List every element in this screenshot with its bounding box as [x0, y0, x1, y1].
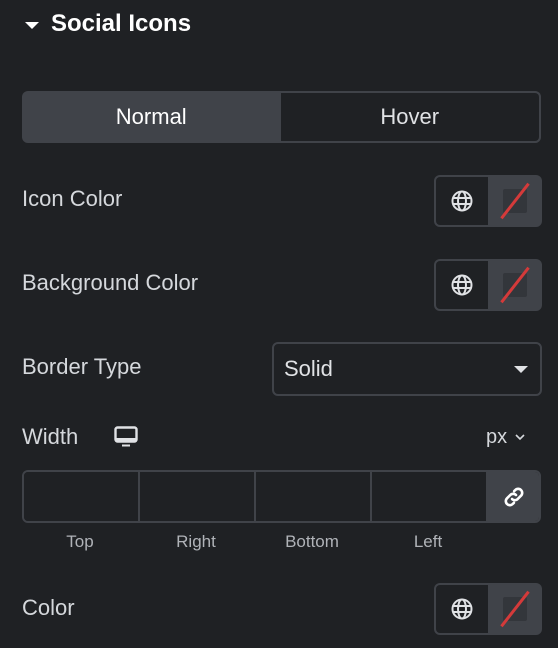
border-width-inputs	[22, 470, 541, 523]
border-type-select[interactable]: Solid	[272, 342, 542, 396]
left-label: Left	[413, 532, 443, 551]
section-title: Social Icons	[51, 10, 192, 37]
unit-value: px	[486, 426, 508, 448]
background-color-control	[434, 259, 542, 311]
globe-icon	[451, 190, 473, 212]
width-top-input[interactable]	[24, 472, 140, 521]
border-width-labels: Top Right Bottom Left	[22, 532, 486, 552]
icon-color-label: Icon Color	[22, 186, 123, 211]
border-type-value: Solid	[284, 356, 333, 381]
desktop-monitor-icon	[114, 426, 138, 447]
background-color-swatch[interactable]	[488, 259, 542, 311]
right-label: Right	[176, 532, 216, 551]
link-icon	[504, 487, 523, 506]
border-color-global-button[interactable]	[436, 585, 488, 633]
border-color-control	[434, 583, 542, 635]
width-bottom-input[interactable]	[256, 472, 372, 521]
globe-icon	[451, 274, 473, 296]
width-right-input[interactable]	[140, 472, 256, 521]
width-label: Width	[22, 424, 79, 449]
border-color-swatch[interactable]	[488, 583, 542, 635]
icon-color-control	[434, 175, 542, 227]
background-color-label: Background Color	[22, 270, 199, 295]
tab-normal[interactable]: Normal	[22, 91, 281, 143]
caret-down-icon	[25, 21, 39, 29]
chevron-down-icon	[515, 434, 525, 441]
state-tabs: Normal Hover	[22, 91, 541, 143]
icon-color-global-button[interactable]	[436, 177, 488, 225]
link-values-button[interactable]	[488, 472, 539, 521]
border-type-label: Border Type	[22, 354, 142, 379]
tab-hover[interactable]: Hover	[280, 91, 541, 143]
unit-select[interactable]: px	[486, 426, 525, 449]
caret-down-icon	[514, 365, 528, 373]
top-label: Top	[66, 532, 94, 551]
icon-color-swatch[interactable]	[488, 175, 542, 227]
border-color-label: Color	[22, 595, 75, 620]
responsive-device-button[interactable]	[114, 426, 138, 453]
section-header-social-icons[interactable]: Social Icons	[22, 8, 191, 40]
globe-icon	[451, 598, 473, 620]
bottom-label: Bottom	[285, 532, 339, 551]
width-left-input[interactable]	[372, 472, 488, 521]
background-color-global-button[interactable]	[436, 261, 488, 309]
